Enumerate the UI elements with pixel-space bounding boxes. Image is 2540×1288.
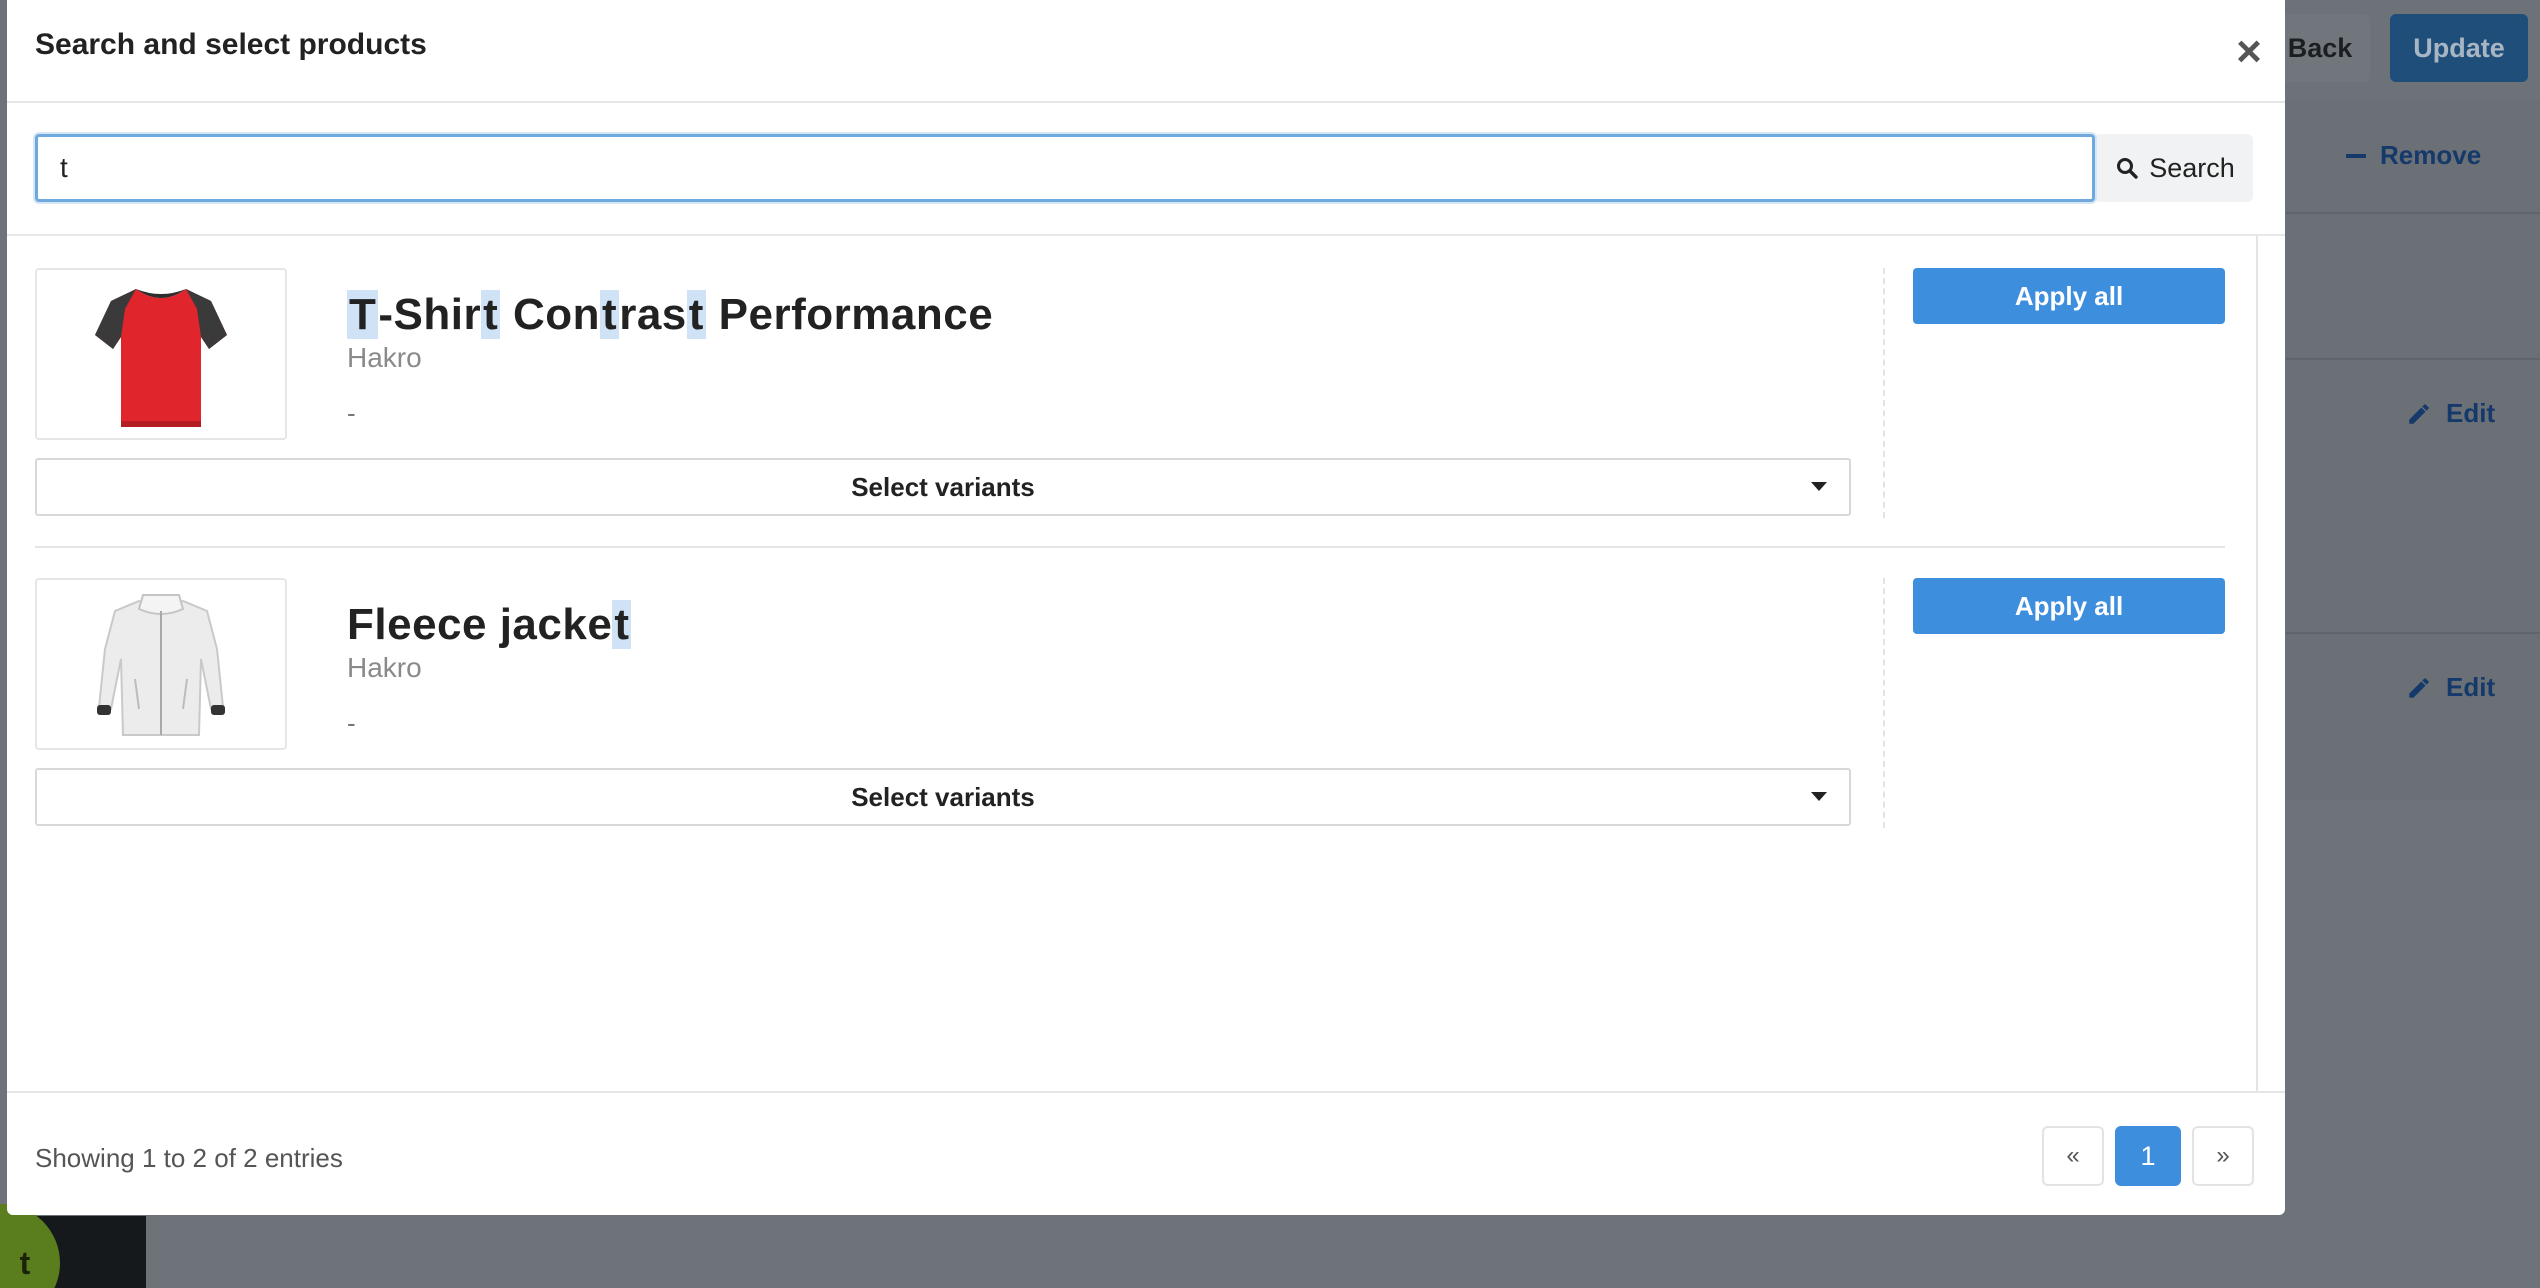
search-highlight: t xyxy=(481,290,501,339)
edit-label: Edit xyxy=(2446,672,2496,702)
pencil-icon xyxy=(2409,403,2429,424)
red-tshirt-icon xyxy=(95,289,227,427)
pencil-icon xyxy=(2409,677,2429,698)
background-divider xyxy=(2286,632,2540,634)
search-input[interactable] xyxy=(35,134,2095,202)
product-name: T-Shirt Contrast Performance xyxy=(347,290,993,340)
pagination-page-1[interactable]: 1 xyxy=(2115,1126,2181,1186)
product-thumbnail[interactable] xyxy=(35,268,287,440)
product-detail: - xyxy=(347,708,356,738)
modal-footer: Showing 1 to 2 of 2 entries « 1 » xyxy=(7,1091,2285,1215)
background-divider xyxy=(2286,358,2540,360)
product-brand: Hakro xyxy=(347,652,422,683)
item-column-divider xyxy=(1883,268,1885,518)
results-list: T-Shirt Contrast Performance Hakro - App… xyxy=(35,236,2259,1091)
caret-down-icon xyxy=(1811,792,1827,801)
select-variants-label: Select variants xyxy=(851,471,1035,502)
remove-link: Remove xyxy=(2346,140,2481,171)
back-button: Back xyxy=(2270,14,2370,82)
product-name-part: Performance xyxy=(705,290,994,339)
search-icon xyxy=(2117,158,2138,179)
edit-link: Edit xyxy=(2406,398,2495,429)
minus-icon xyxy=(2346,153,2366,158)
search-highlight: t xyxy=(612,600,632,649)
list-item: Fleece jacket Hakro - Apply all Select v… xyxy=(35,578,2225,828)
pagination-next[interactable]: » xyxy=(2192,1126,2254,1186)
product-brand: Hakro xyxy=(347,342,422,373)
product-name-part: Fleece jacke xyxy=(347,600,613,649)
product-thumbnail[interactable] xyxy=(35,578,287,750)
update-button: Update xyxy=(2390,14,2528,82)
edit-label: Edit xyxy=(2446,398,2496,428)
modal-title: Search and select products xyxy=(35,28,427,61)
search-button-label: Search xyxy=(2149,152,2235,183)
list-item: T-Shirt Contrast Performance Hakro - App… xyxy=(35,268,2225,518)
select-variants-dropdown[interactable]: Select variants xyxy=(35,458,1851,516)
search-button[interactable]: Search xyxy=(2097,134,2253,202)
pagination-info: Showing 1 to 2 of 2 entries xyxy=(35,1143,343,1173)
apply-all-button[interactable]: Apply all xyxy=(1913,578,2225,634)
background-divider xyxy=(2286,212,2540,214)
product-name-part: -Shir xyxy=(378,290,482,339)
modal-header: Search and select products × xyxy=(7,0,2285,103)
select-variants-dropdown[interactable]: Select variants xyxy=(35,768,1851,826)
search-highlight: T xyxy=(347,290,379,339)
remove-label: Remove xyxy=(2380,140,2482,170)
caret-down-icon xyxy=(1811,482,1827,491)
pagination-prev[interactable]: « xyxy=(2042,1126,2104,1186)
product-name: Fleece jacket xyxy=(347,600,632,650)
white-fleece-jacket-icon xyxy=(97,594,225,736)
item-divider xyxy=(35,546,2225,548)
product-name-part: Con xyxy=(500,290,601,339)
search-bar: Search xyxy=(35,134,2259,202)
item-column-divider xyxy=(1883,578,1885,828)
product-search-modal: Search and select products × Search T - xyxy=(7,0,2285,1215)
product-name-part: ras xyxy=(619,290,687,339)
search-highlight: t xyxy=(686,290,706,339)
background-card xyxy=(2260,100,2540,800)
edit-link: Edit xyxy=(2406,672,2495,703)
apply-all-button[interactable]: Apply all xyxy=(1913,268,2225,324)
search-highlight: t xyxy=(600,290,620,339)
product-detail: - xyxy=(347,398,356,428)
select-variants-label: Select variants xyxy=(851,781,1035,812)
close-icon[interactable]: × xyxy=(2227,30,2271,74)
scrollbar-track[interactable] xyxy=(2256,236,2258,1091)
